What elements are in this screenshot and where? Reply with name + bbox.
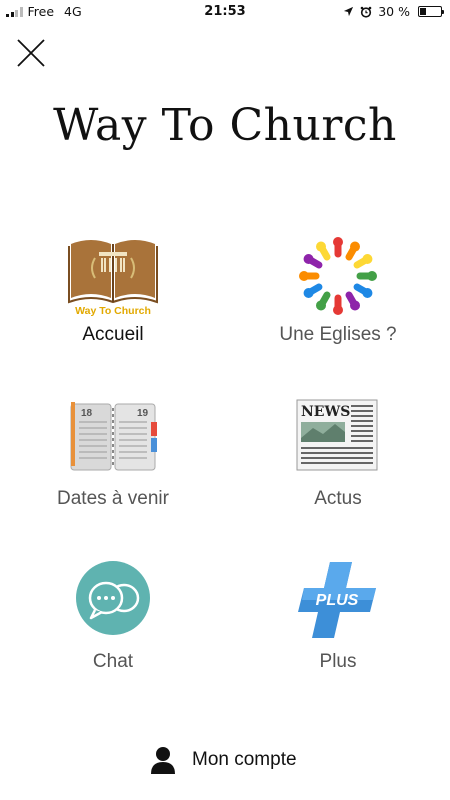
person-head (362, 254, 373, 264)
menu-label-eglises: Une Eglises ? (279, 324, 397, 345)
agenda-page-right: 19 (137, 408, 149, 419)
user-icon (151, 747, 175, 774)
agenda-page-left: 18 (81, 408, 93, 419)
menu-item-plus[interactable]: PLUS Plus (243, 560, 433, 700)
person-head (316, 241, 326, 252)
person-head (333, 237, 343, 247)
carrier-name: Free (27, 4, 55, 19)
battery-level (420, 8, 426, 15)
newspaper-title: NEWS (301, 404, 350, 420)
person-head (303, 288, 314, 298)
person-head (303, 254, 314, 264)
menu-item-eglises[interactable]: Une Eglises ? (243, 232, 433, 372)
person-head (367, 271, 377, 281)
agenda-icon: 18 19 (70, 402, 157, 471)
person-head (350, 300, 360, 311)
person-head (350, 241, 360, 252)
logo-text: Way To Church (75, 305, 151, 317)
battery-icon (418, 6, 444, 17)
community-circle-icon (299, 237, 377, 315)
newspaper-icon: NEWS (296, 399, 378, 471)
plus-icon: PLUS (298, 562, 376, 638)
network-type: 4G (64, 4, 82, 19)
location-arrow-icon (344, 6, 354, 17)
app-title: Way To Church (53, 100, 397, 151)
status-right: 30 % (343, 4, 444, 19)
person-head (316, 300, 326, 311)
person-head (299, 271, 309, 281)
menu-item-dates[interactable]: 18 19 Dates à venir (18, 398, 208, 538)
plus-text: PLUS (316, 592, 359, 609)
alarm-icon (360, 6, 372, 18)
menu-label-dates: Dates à venir (57, 488, 169, 509)
menu-item-chat[interactable]: Chat (18, 560, 208, 700)
battery-percent: 30 % (378, 4, 410, 19)
close-icon (17, 39, 45, 67)
close-button[interactable] (14, 36, 48, 70)
status-left: Free 4G (6, 4, 82, 19)
menu-item-actus[interactable]: NEWS Actus (243, 398, 433, 538)
account-button[interactable]: Mon compte (150, 744, 297, 776)
chat-bubbles-icon (76, 561, 150, 635)
menu-label-actus: Actus (314, 488, 362, 509)
account-label: Mon compte (192, 749, 297, 770)
person-head (333, 305, 343, 315)
menu-item-accueil[interactable]: Way To Church Accueil (18, 232, 208, 372)
menu-label-chat: Chat (92, 651, 134, 672)
person-head (362, 288, 373, 298)
menu-label-accueil: Accueil (82, 324, 144, 345)
bible-logo-icon: Way To Church (68, 240, 158, 317)
menu-label-plus: Plus (319, 651, 357, 672)
signal-icon (6, 6, 23, 17)
status-bar: Free 4G 21:53 30 % (0, 0, 450, 22)
